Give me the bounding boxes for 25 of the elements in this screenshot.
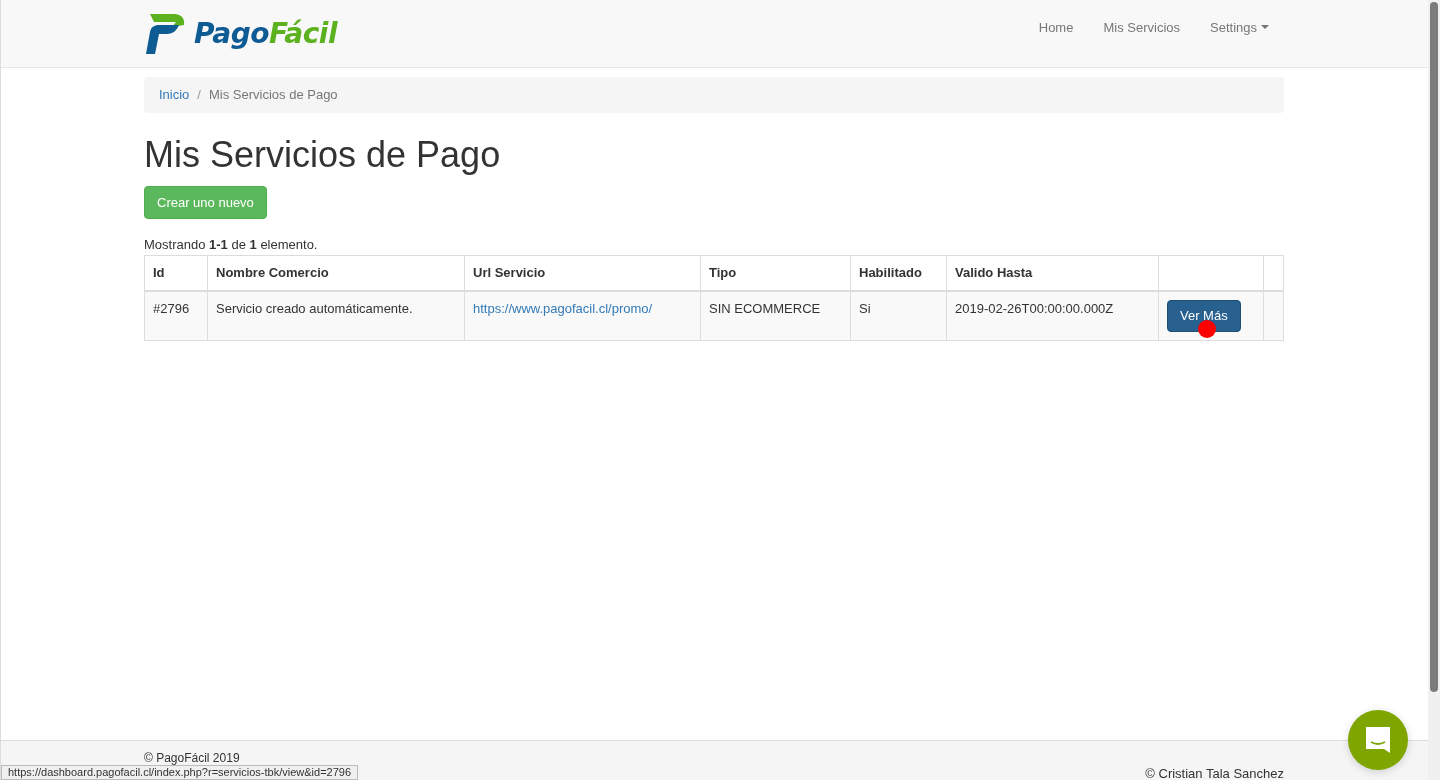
brand-logo[interactable]: PagoFácil [144,12,337,55]
caret-icon [1261,25,1269,31]
status-bar-url: https://dashboard.pagofacil.cl/index.php?r=servicios-tbk/view&id=2796 [1,765,359,780]
table-cell: SIN ECOMMERCE [700,291,851,341]
breadcrumb-link[interactable]: Inicio [159,85,190,105]
footer-author: © Cristian Tala Sanchez [1145,765,1284,780]
page-title: Mis Servicios de Pago [144,132,502,176]
table-cell: Servicio creado automáticamente. [207,291,465,341]
summary-text: Mostrando 1-1 de 1 elemento. [144,236,319,255]
brand-name: PagoFácil [194,15,337,52]
breadcrumb-current: Mis Servicios de Pago [209,86,338,104]
table-cell: Si [850,291,947,341]
scrollbar-thumb[interactable] [1430,2,1438,692]
logo-icon [144,13,186,54]
table-cell: #2796 [144,291,208,341]
click-marker [1198,320,1216,339]
settings-dropdown[interactable]: Settings [1195,4,1284,52]
breadcrumb-separator: / [196,86,202,104]
create-button[interactable]: Crear uno nuevo [144,185,267,220]
nav-link[interactable]: Mis Servicios [1088,4,1195,52]
chat-button[interactable] [1348,710,1408,770]
nav-link[interactable]: Home [1023,4,1089,52]
table-cell: 2019-02-26T00:00:00.000Z [946,291,1159,341]
chat-icon [1363,725,1393,755]
view-more-button[interactable]: Ver Más [1167,300,1241,332]
